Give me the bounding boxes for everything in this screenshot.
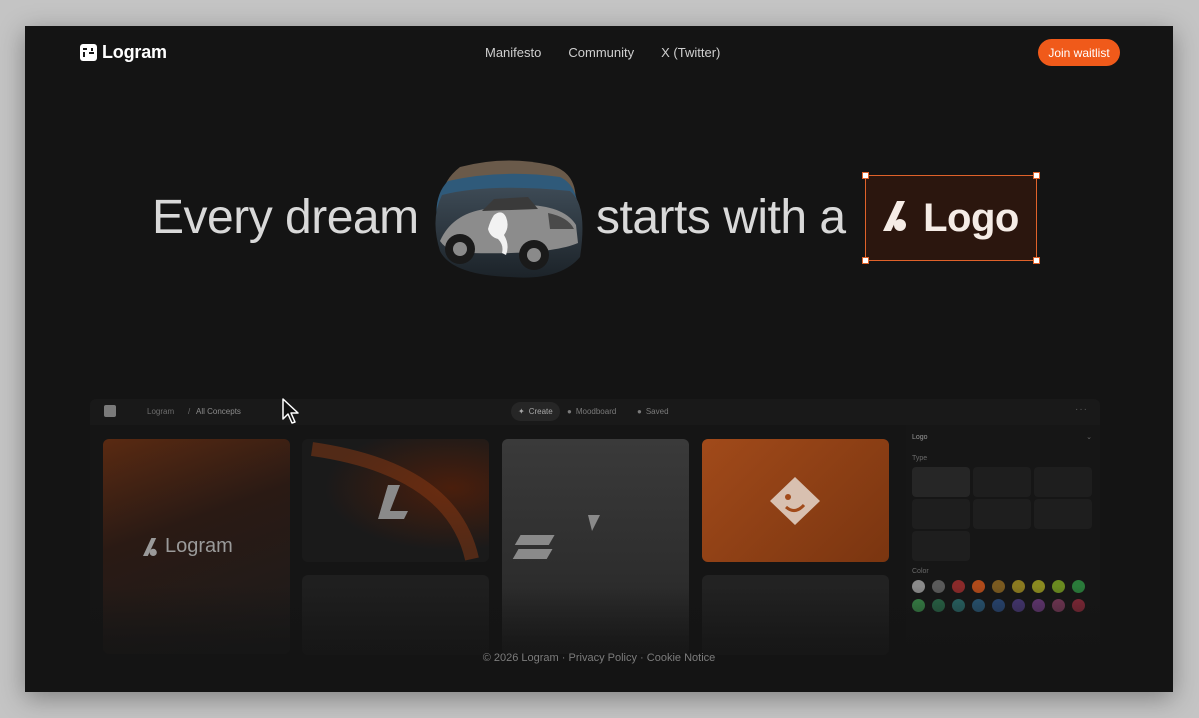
resize-handle-bottom-right[interactable]	[1033, 257, 1040, 264]
logram-logo-icon	[80, 44, 97, 61]
nav-link-community[interactable]: Community	[568, 45, 634, 60]
logo-mark-icon	[883, 199, 913, 238]
main-nav: Manifesto Community X (Twitter)	[485, 45, 720, 60]
selected-logo-frame[interactable]: Logo	[862, 172, 1040, 264]
mouse-cursor-icon	[282, 398, 302, 431]
breadcrumb-separator: /	[188, 407, 191, 416]
breadcrumb-current[interactable]: All Concepts	[196, 407, 241, 416]
bottom-fade-overlay	[25, 586, 1173, 692]
app-toolbar: Logram / All Concepts ✦ Create ● Moodboard…	[90, 399, 1100, 425]
footer: © 2026 Logram · Privacy Policy · Cookie …	[25, 652, 1173, 664]
type-option[interactable]	[1034, 467, 1092, 497]
concept-card[interactable]	[302, 439, 489, 562]
type-option[interactable]	[912, 499, 970, 529]
concept-card[interactable]	[702, 439, 889, 562]
hero-headline-part1: Every dream	[152, 191, 419, 244]
card-artwork	[311, 442, 479, 561]
copyright: © 2026 Logram	[482, 652, 559, 664]
cookie-notice-link[interactable]: Cookie Notice	[647, 652, 715, 664]
app-logo-icon[interactable]	[104, 405, 116, 417]
hero-car-image	[430, 159, 585, 279]
hero-headline-part2: starts with a	[596, 191, 846, 244]
resize-handle-bottom-left[interactable]	[862, 257, 869, 264]
footer-separator: ·	[640, 652, 644, 664]
tab-moodboard-label: Moodboard	[575, 407, 617, 416]
color-label: Color	[912, 568, 929, 575]
type-option[interactable]	[912, 531, 970, 561]
tab-saved-label: Saved	[645, 407, 669, 416]
resize-handle-top-right[interactable]	[1033, 172, 1040, 179]
chat-icon: ●	[567, 407, 572, 416]
panel-collapse-icon[interactable]: ⌄	[1086, 433, 1092, 441]
sparkle-icon: ✦	[518, 407, 525, 416]
type-option[interactable]	[973, 499, 1031, 529]
privacy-policy-link[interactable]: Privacy Policy	[569, 652, 637, 664]
footer-separator: ·	[561, 652, 566, 664]
tab-saved[interactable]: ● Saved	[630, 402, 676, 421]
type-label: Type	[912, 455, 928, 462]
brand-name: Logram	[102, 42, 167, 62]
card-logo-text: Logram	[165, 535, 233, 557]
nav-link-manifesto[interactable]: Manifesto	[485, 45, 541, 60]
card-logo: Logram	[143, 535, 233, 558]
join-waitlist-button[interactable]: Join waitlist	[1038, 39, 1120, 66]
tab-moodboard[interactable]: ● Moodboard	[560, 402, 623, 421]
type-option[interactable]	[1034, 499, 1092, 529]
more-options-icon[interactable]: ···	[1075, 404, 1088, 415]
type-option[interactable]	[973, 467, 1031, 497]
tab-create-label: Create	[528, 407, 553, 416]
nav-link-twitter[interactable]: X (Twitter)	[661, 45, 720, 60]
tab-create[interactable]: ✦ Create	[511, 402, 560, 421]
card-artwork	[770, 477, 820, 525]
saved-icon: ●	[637, 407, 642, 416]
type-option[interactable]	[912, 467, 970, 497]
panel-title: Logo	[912, 434, 928, 441]
resize-handle-top-left[interactable]	[862, 172, 869, 179]
browser-viewport: Logram Manifesto Community X (Twitter) J…	[25, 26, 1173, 692]
logo-word: Logo	[923, 195, 1019, 240]
brand[interactable]: Logram	[80, 42, 167, 63]
breadcrumb-root[interactable]: Logram	[147, 407, 174, 416]
